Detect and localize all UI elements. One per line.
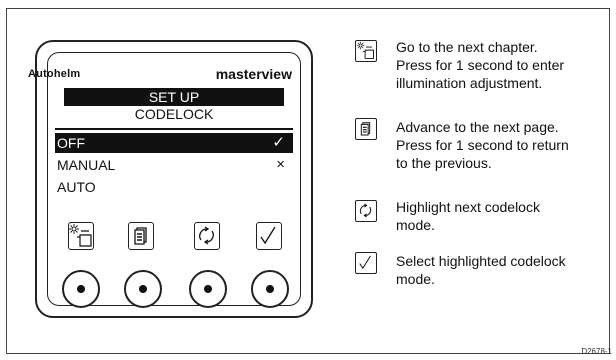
figure-code: D2678-1	[581, 347, 612, 356]
mode-row-manual[interactable]: MANUAL ×	[55, 155, 293, 175]
legend-line: mode.	[396, 217, 435, 233]
legend-line: to the previous.	[396, 155, 492, 171]
button-3[interactable]	[189, 270, 227, 308]
button-2[interactable]	[124, 270, 162, 308]
mode-label: MANUAL	[57, 157, 116, 173]
legend-line: Press for 1 second to return	[396, 137, 569, 153]
next-chapter-key[interactable]	[68, 222, 94, 250]
screen-subtitle: CODELOCK	[134, 106, 214, 122]
legend-line: Go to the next chapter.	[396, 39, 538, 55]
mode-label: OFF	[57, 135, 85, 151]
legend-line: Advance to the next page.	[396, 119, 559, 135]
legend-check-icon	[355, 252, 377, 274]
legend-chapter-text: Go to the next chapter. Press for 1 seco…	[396, 38, 606, 92]
selected-check-icon: ✓	[272, 134, 285, 151]
select-mode-key[interactable]	[256, 222, 282, 250]
mode-label: AUTO	[57, 179, 96, 195]
mode-row-auto[interactable]: AUTO	[55, 177, 293, 197]
legend-page-icon	[355, 118, 377, 140]
page-icon	[134, 227, 147, 245]
screen-divider	[55, 128, 293, 130]
legend-page-text: Advance to the next page. Press for 1 se…	[396, 118, 606, 172]
legend-chapter-icon	[355, 40, 377, 62]
legend-line: Select highlighted codelock	[396, 253, 566, 269]
screen-title: SET UP	[64, 88, 284, 106]
page-icon	[360, 122, 371, 136]
cycle-icon	[199, 226, 214, 245]
check-icon	[359, 255, 371, 270]
chapter-icon	[69, 224, 92, 247]
legend-cycle-icon	[355, 200, 377, 222]
button-1[interactable]	[62, 270, 100, 308]
button-4[interactable]	[251, 270, 289, 308]
legend-line: Press for 1 second to enter	[396, 57, 565, 73]
legend-line: mode.	[396, 271, 435, 287]
brand-label: Autohelm	[28, 68, 81, 80]
legend-check-text: Select highlighted codelock mode.	[396, 252, 606, 288]
legend-line: Highlight next codelock	[396, 199, 540, 215]
legend-line: illumination adjustment.	[396, 75, 543, 91]
check-icon	[260, 226, 276, 245]
legend-cycle-text: Highlight next codelock mode.	[396, 198, 606, 234]
mode-row-off[interactable]: OFF ✓	[55, 133, 293, 153]
chapter-icon	[356, 41, 374, 59]
cycle-mode-key[interactable]	[194, 222, 220, 250]
disabled-cross-icon: ×	[276, 156, 285, 173]
next-page-key[interactable]	[128, 222, 154, 250]
cycle-icon	[359, 203, 372, 218]
model-label: masterview	[215, 66, 292, 82]
